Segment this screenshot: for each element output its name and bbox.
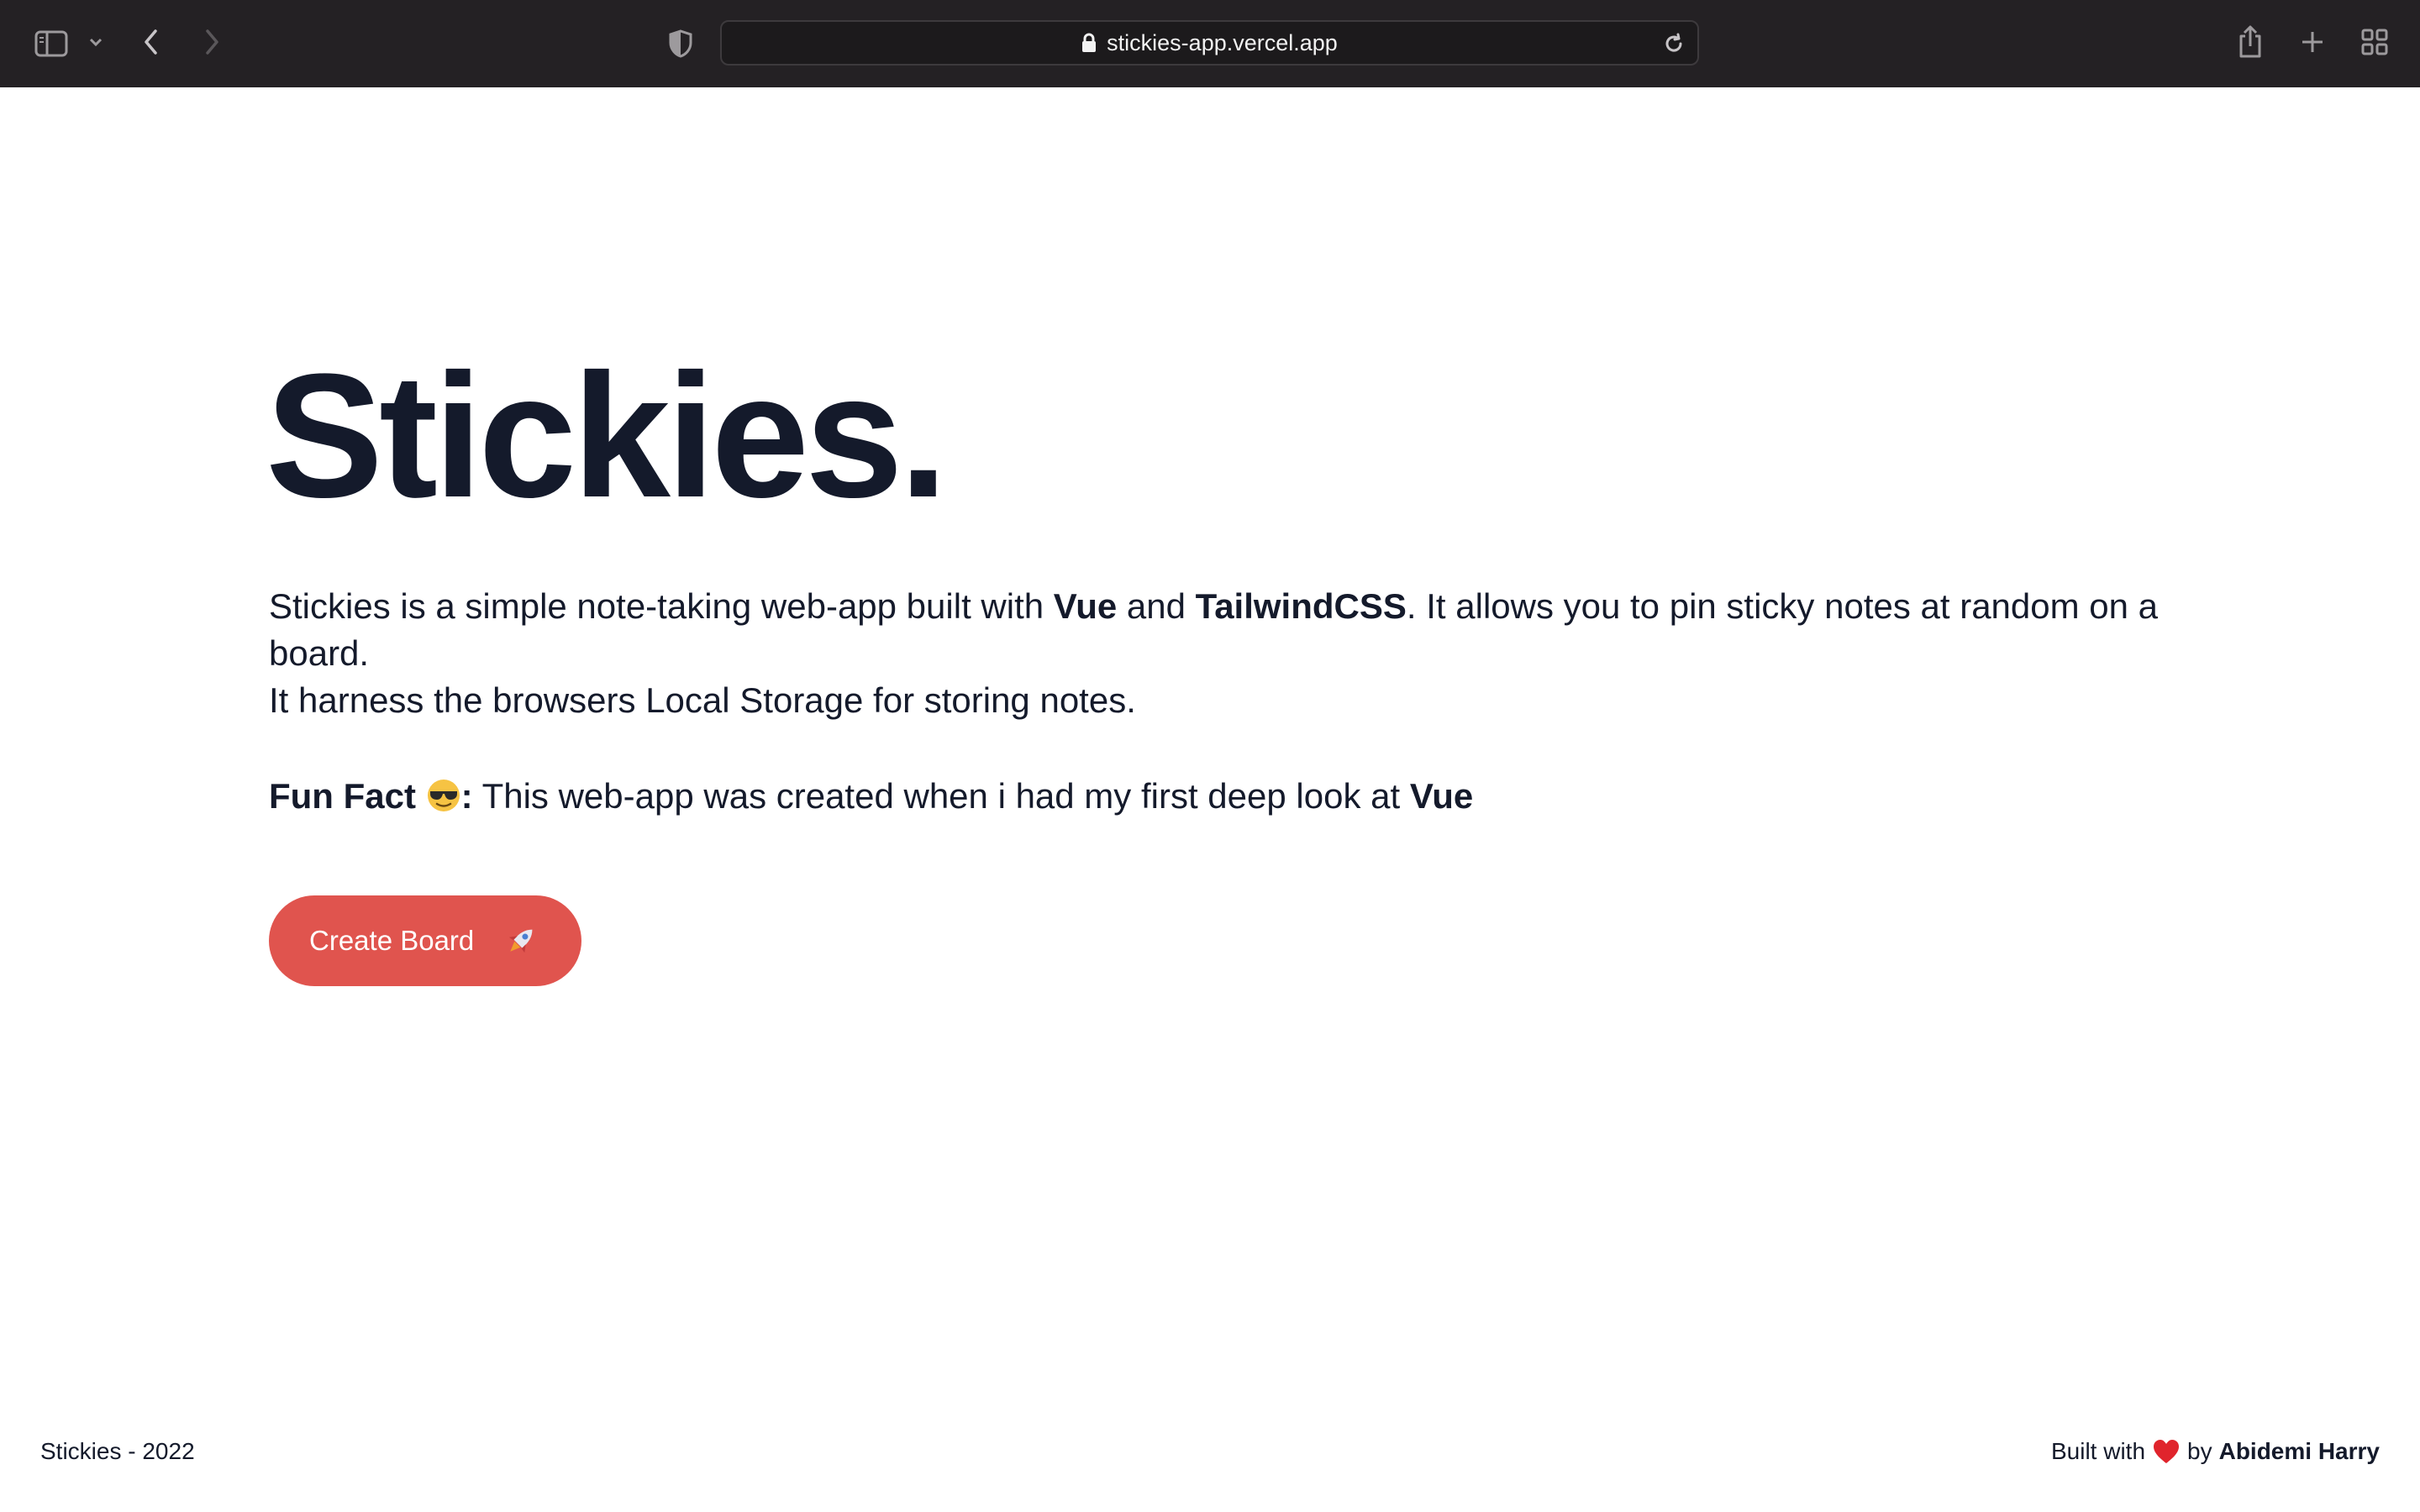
tab-overview-icon[interactable] <box>2360 27 2390 57</box>
fun-fact-colon: : <box>460 776 473 816</box>
url-text: stickies-app.vercel.app <box>1107 29 1338 55</box>
tech-vue: Vue <box>1053 586 1118 626</box>
footer-copyright: Stickies - 2022 <box>40 1438 195 1464</box>
footer-by: by <box>2187 1438 2212 1464</box>
intro-text-2: and <box>1117 586 1196 626</box>
lock-icon <box>1081 33 1097 53</box>
footer-credit: Built with by Abidemi Harry <box>2051 1438 2380 1465</box>
fun-fact-tech-vue: Vue <box>1409 776 1474 816</box>
reload-icon[interactable] <box>1662 32 1686 60</box>
page-title: Stickies. <box>266 337 948 534</box>
url-display[interactable]: stickies-app.vercel.app <box>722 22 1697 64</box>
new-tab-icon[interactable] <box>2297 27 2328 57</box>
sunglasses-emoji-icon <box>426 778 461 825</box>
browser-toolbar: stickies-app.vercel.app <box>0 0 2420 87</box>
intro-text-4: It harness the browsers Local Storage fo… <box>269 680 1136 720</box>
address-bar[interactable]: stickies-app.vercel.app <box>720 20 1699 66</box>
shield-icon[interactable] <box>666 27 696 60</box>
rocket-icon <box>502 922 539 959</box>
create-board-label: Create Board <box>309 925 475 956</box>
fun-fact-label: Fun Fact <box>269 776 416 816</box>
tech-tailwind: TailwindCSS <box>1195 586 1407 626</box>
heart-icon <box>2152 1439 2181 1464</box>
intro-text-1: Stickies is a simple note-taking web-app… <box>269 586 1054 626</box>
footer-author: Abidemi Harry <box>2218 1438 2380 1464</box>
forward-icon[interactable] <box>198 25 225 59</box>
chevron-down-icon[interactable] <box>86 32 106 52</box>
footer-built-with: Built with <box>2050 1438 2146 1464</box>
create-board-button[interactable]: Create Board <box>269 895 581 986</box>
share-icon[interactable] <box>2235 22 2265 62</box>
fun-fact: Fun Fact : This web-app was created when… <box>269 773 2168 825</box>
fun-fact-text: This web-app was created when i had my f… <box>472 776 1410 816</box>
intro-paragraph: Stickies is a simple note-taking web-app… <box>269 583 2168 724</box>
sidebar-icon[interactable] <box>32 27 71 60</box>
back-icon[interactable] <box>138 25 165 59</box>
